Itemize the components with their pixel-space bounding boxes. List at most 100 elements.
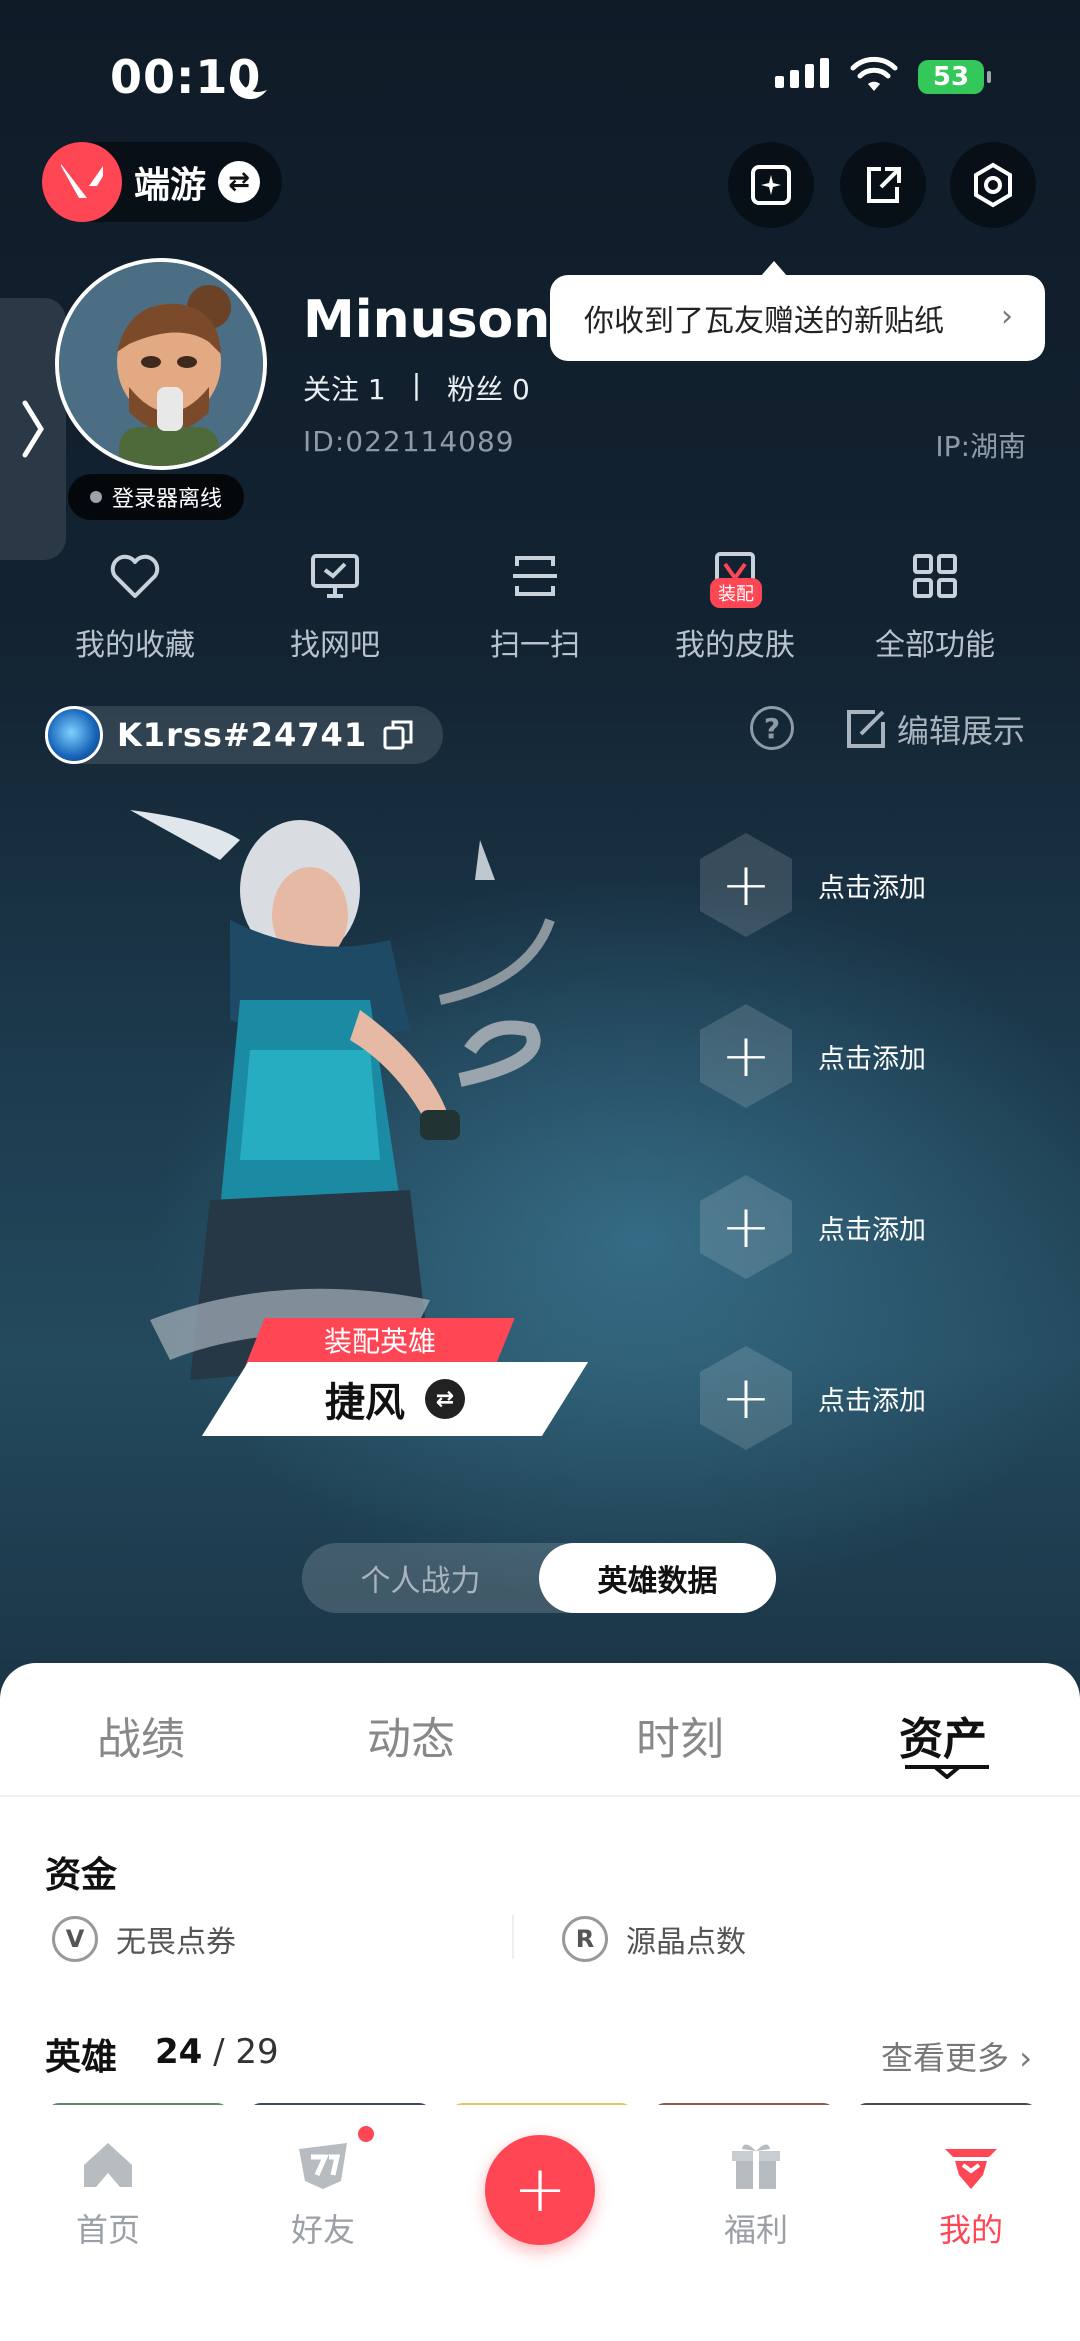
sticker-icon (751, 165, 791, 205)
valorant-logo-icon (42, 142, 122, 222)
nav-home[interactable]: 首页 (28, 2135, 188, 2251)
edit-display-button[interactable]: 编辑展示 (845, 706, 1025, 752)
nav-label: 我的 (938, 2211, 1003, 2249)
add-slot-4[interactable]: + 点击添加 (700, 1346, 1030, 1450)
add-slot-label: 点击添加 (818, 1385, 926, 1417)
quick-action-favorites[interactable]: 我的收藏 (35, 548, 235, 664)
add-slot-3[interactable]: + 点击添加 (700, 1175, 1030, 1279)
swap-agent-icon[interactable]: ⇄ (425, 1379, 465, 1419)
scan-icon (513, 556, 557, 596)
gear-icon (974, 162, 1012, 208)
active-tab-indicator (905, 1765, 989, 1779)
side-drawer-handle[interactable] (0, 298, 66, 560)
sticker-tooltip[interactable]: 你收到了瓦友赠送的新贴纸 › (550, 261, 1045, 361)
nav-friends[interactable]: 好友 (243, 2135, 403, 2251)
equipped-agent-label[interactable]: 装配英雄 捷风 ⇄ (201, 1318, 589, 1438)
quick-action-label: 我的收藏 (75, 628, 195, 663)
grid-icon (913, 554, 957, 598)
friends-icon (299, 2143, 347, 2189)
add-slot-label: 点击添加 (818, 872, 926, 904)
equip-banner-text: 装配英雄 (323, 1325, 436, 1358)
agent-name-plate: 捷风 ⇄ (201, 1362, 589, 1436)
create-post-button[interactable]: + (485, 2135, 595, 2245)
quick-action-label: 全部功能 (875, 628, 995, 663)
tab-assets[interactable]: 资产 (899, 1703, 987, 1767)
plus-icon: + (700, 1346, 792, 1450)
nav-label: 好友 (290, 2211, 355, 2249)
plus-icon: + (700, 833, 792, 937)
launcher-status-badge: 登录器离线 (68, 474, 245, 520)
segment-personal-power[interactable]: 个人战力 (302, 1543, 539, 1613)
avatar-image (59, 262, 263, 466)
add-slot-label: 点击添加 (818, 1214, 926, 1246)
quick-action-label: 扫一扫 (490, 628, 580, 663)
app-switcher[interactable]: 端游 ⇄ (42, 142, 283, 222)
vp-icon: V (52, 1916, 98, 1962)
battery-indicator: 53 (918, 60, 991, 94)
nav-label: 福利 (723, 2211, 788, 2249)
quick-action-label: 找网吧 (290, 628, 380, 663)
currency-divider (512, 1915, 514, 1959)
notification-dot (355, 2123, 377, 2145)
currency-vp: V 无畏点券 (52, 1916, 236, 1962)
view-more-label: 查看更多 (881, 2039, 1010, 2077)
agent-name: 捷风 (325, 1380, 405, 1426)
skin-equip-badge: 装配 (710, 578, 762, 608)
heroes-sep: / (213, 2032, 225, 2072)
riot-id: K1rss#24741 (117, 716, 368, 754)
heart-icon (110, 554, 160, 598)
home-icon (84, 2143, 132, 2187)
tab-record[interactable]: 战绩 (97, 1703, 185, 1767)
heroes-owned: 24 (155, 2032, 203, 2072)
player-card-icon (45, 706, 103, 764)
gift-icon (732, 2144, 780, 2189)
add-slot-2[interactable]: + 点击添加 (700, 1004, 1030, 1108)
ip-location: IP:湖南 (935, 430, 1026, 463)
nav-welfare[interactable]: 福利 (676, 2135, 836, 2251)
plus-icon: + (700, 1004, 792, 1108)
fans-count[interactable]: 粉丝 0 (447, 368, 530, 408)
user-id: ID:022114089 (303, 425, 515, 458)
quick-action-all[interactable]: 全部功能 (835, 548, 1035, 664)
following-count[interactable]: 关注 1 (303, 368, 386, 408)
edit-display-label: 编辑展示 (897, 712, 1026, 750)
quick-action-label: 我的皮肤 (675, 628, 795, 663)
me-icon (945, 2149, 997, 2189)
view-more-link[interactable]: 查看更多 › (881, 2033, 1032, 2079)
avatar[interactable] (55, 258, 267, 470)
launcher-status-text: 登录器离线 (112, 487, 223, 512)
chevron-right-icon (22, 400, 44, 458)
add-slot-1[interactable]: + 点击添加 (700, 833, 1030, 937)
settings-button[interactable] (950, 142, 1036, 228)
segment-hero-data[interactable]: 英雄数据 (539, 1543, 776, 1613)
nav-label: 首页 (75, 2211, 140, 2249)
wifi-icon (850, 56, 898, 91)
chevron-right-icon: › (1001, 299, 1013, 334)
heroes-count: 24 / 29 (155, 2032, 279, 2072)
currency-radianite: R 源晶点数 (562, 1916, 746, 1962)
help-icon[interactable]: ? (750, 706, 794, 750)
tab-moments[interactable]: 时刻 (636, 1703, 724, 1767)
quick-action-netcafe[interactable]: 找网吧 (235, 548, 435, 664)
currency-label: 源晶点数 (626, 1925, 746, 1960)
monitor-icon (311, 554, 359, 598)
tab-feed[interactable]: 动态 (367, 1703, 455, 1767)
swap-icon: ⇄ (218, 161, 261, 203)
funds-title: 资金 (45, 1855, 118, 1896)
plus-icon: + (700, 1175, 792, 1279)
copy-icon[interactable] (381, 718, 415, 752)
equip-banner: 装配英雄 (245, 1318, 515, 1366)
edit-icon (847, 710, 885, 748)
chevron-right-icon: › (1019, 2039, 1032, 2077)
plus-icon: + (513, 2153, 567, 2227)
quick-action-scan[interactable]: 扫一扫 (435, 548, 635, 664)
signal-icon (775, 58, 829, 88)
radianite-icon: R (562, 1916, 608, 1962)
sticker-button[interactable] (728, 142, 814, 228)
share-button[interactable] (840, 142, 926, 228)
riot-id-tag: K1rss#24741 (45, 706, 444, 764)
currency-label: 无畏点券 (116, 1925, 236, 1960)
share-icon (867, 167, 901, 203)
offline-dot-icon (90, 491, 102, 503)
nav-me[interactable]: 我的 (891, 2135, 1051, 2251)
